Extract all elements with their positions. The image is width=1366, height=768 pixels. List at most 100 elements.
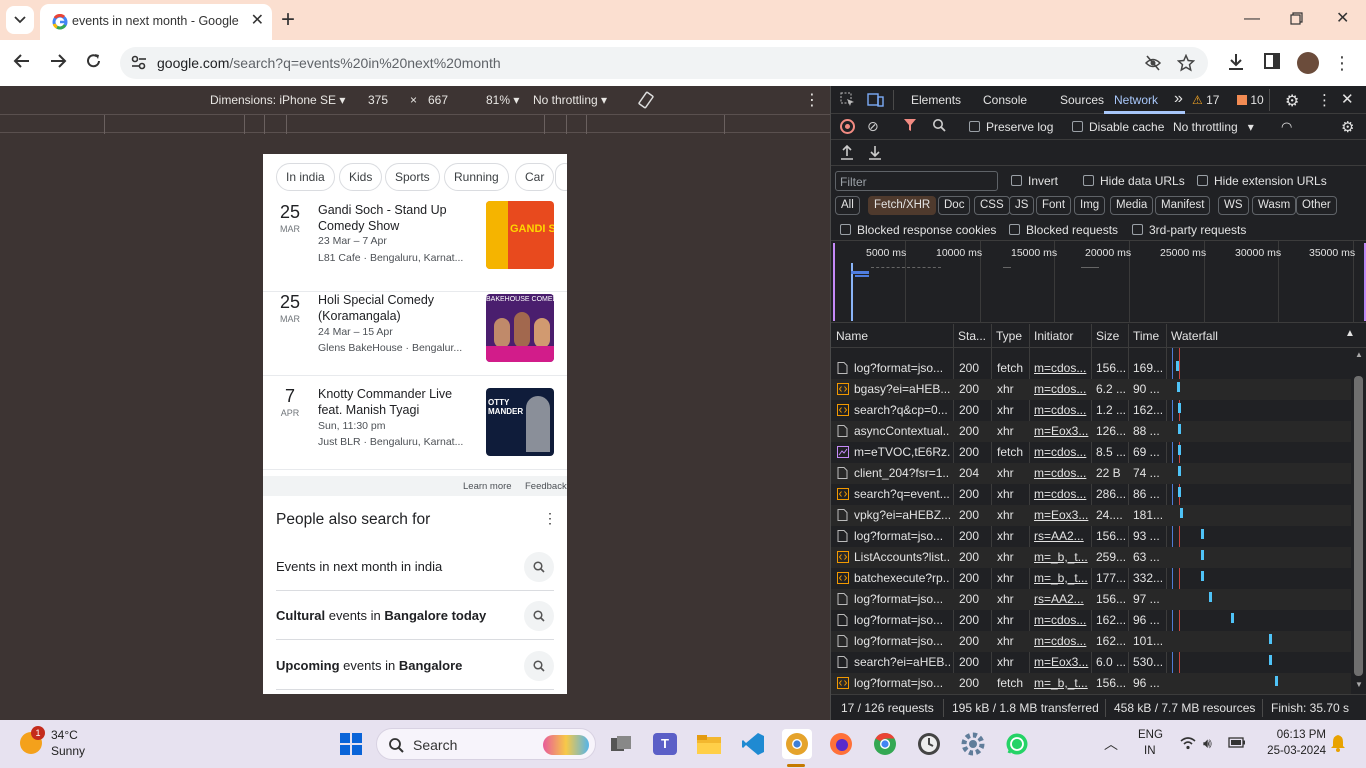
filter-css[interactable]: CSS (974, 196, 1010, 215)
request-row[interactable]: log?format=jso... 200 xhr rs=AA2... 156... 97… (831, 589, 1351, 610)
request-initiator[interactable]: m=_b,_t... (1034, 550, 1089, 564)
blocked-response-cookies-checkbox[interactable]: Blocked response cookies (840, 223, 996, 237)
request-initiator[interactable]: rs=AA2... (1034, 529, 1089, 543)
weather-temp[interactable]: 34°C (51, 728, 78, 742)
scrollbar-thumb[interactable] (1354, 376, 1363, 676)
tab-network[interactable]: Network (1114, 93, 1158, 107)
disable-cache-checkbox[interactable]: Disable cache (1072, 120, 1164, 134)
filter-img[interactable]: Img (1074, 196, 1106, 215)
network-settings-icon[interactable]: ⚙ (1341, 118, 1354, 136)
bookmark-star-icon[interactable] (1177, 54, 1195, 72)
request-initiator[interactable]: m=cdos... (1034, 634, 1089, 648)
preserve-log-checkbox[interactable]: Preserve log (969, 120, 1053, 134)
pasf-item[interactable]: Events in next month in india (276, 543, 554, 591)
request-row[interactable]: client_204?fsr=1... 204 xhr m=cdos... 22 B 74… (831, 463, 1351, 484)
notification-bell-icon[interactable] (1330, 734, 1346, 755)
request-row[interactable]: search?q=event... 200 xhr m=cdos... 286... 86… (831, 484, 1351, 505)
rotate-icon[interactable] (637, 91, 655, 112)
request-row[interactable]: asyncContextual... 200 xhr m=Eox3... 126... 8… (831, 421, 1351, 442)
request-initiator[interactable]: rs=AA2... (1034, 592, 1089, 606)
event-card[interactable]: 7 APR Knotty Commander Live feat. Manish… (263, 376, 567, 470)
invert-checkbox[interactable]: Invert (1011, 174, 1058, 188)
vscode-icon[interactable] (738, 729, 768, 759)
network-overview[interactable]: 5000 ms 10000 ms 15000 ms 20000 ms 25000… (831, 241, 1366, 323)
col-size[interactable]: Size (1096, 329, 1119, 343)
settings-gear-icon[interactable] (958, 729, 988, 759)
back-button[interactable] (13, 52, 31, 75)
chip-more[interactable] (555, 163, 567, 191)
search-icon[interactable] (932, 118, 946, 135)
browser-menu-button[interactable]: ⋮ (1333, 52, 1351, 74)
pasf-more-icon[interactable]: ⋮ (543, 510, 557, 527)
import-har-icon[interactable] (840, 144, 854, 163)
battery-icon[interactable] (1228, 737, 1246, 751)
export-har-icon[interactable] (868, 144, 882, 163)
wifi-icon[interactable] (1180, 736, 1196, 753)
device-toggle-icon[interactable] (867, 92, 884, 110)
filter-input[interactable]: Filter (835, 171, 998, 191)
filter-manifest[interactable]: Manifest (1155, 196, 1211, 215)
downloads-button[interactable] (1226, 52, 1246, 77)
hide-extension-urls-checkbox[interactable]: Hide extension URLs (1197, 174, 1327, 188)
col-name[interactable]: Name (836, 329, 868, 343)
filter-wasm[interactable]: Wasm (1252, 196, 1297, 215)
issues-badge[interactable]: 10 (1237, 93, 1264, 107)
close-window-button[interactable]: ✕ (1336, 10, 1349, 28)
language-code[interactable]: ENG (1138, 729, 1163, 741)
pasf-item[interactable]: Cultural events in Bangalore today (276, 592, 554, 640)
url-text[interactable]: google.com/search?q=events%20in%20next%2… (157, 55, 501, 71)
event-card[interactable]: 25 MAR Holi Special Comedy (Koramangala)… (263, 282, 567, 376)
whatsapp-icon[interactable] (1002, 729, 1032, 759)
chip-running[interactable]: Running (444, 163, 509, 191)
device-width-input[interactable]: 375 (368, 93, 388, 107)
record-icon[interactable] (840, 119, 855, 134)
request-initiator[interactable]: m=_b,_t... (1034, 571, 1089, 585)
col-initiator[interactable]: Initiator (1034, 329, 1073, 343)
maximize-button[interactable] (1290, 12, 1303, 30)
request-row[interactable]: log?format=jso... 200 xhr m=cdos... 162... 10… (831, 631, 1351, 652)
chip-car[interactable]: Car (515, 163, 555, 191)
request-row[interactable]: batchexecute?rp... 200 xhr m=_b,_t... 177...… (831, 568, 1351, 589)
profile-avatar[interactable] (1297, 52, 1319, 74)
request-row[interactable]: log?format=jso... 200 fetch m=cdos... 156...… (831, 358, 1351, 379)
request-initiator[interactable]: m=cdos... (1034, 361, 1089, 375)
request-row[interactable]: m=eTVOC,tE6Rz... 200 fetch m=cdos... 8.5 ...… (831, 442, 1351, 463)
zoom-select[interactable]: 81% ▾ (486, 93, 519, 107)
filter-font[interactable]: Font (1036, 196, 1072, 215)
browser-tab[interactable]: events in next month - Google Search ✕ (40, 4, 272, 40)
close-tab-icon[interactable]: ✕ (251, 13, 264, 29)
third-party-requests-checkbox[interactable]: 3rd-party requests (1132, 223, 1246, 237)
request-row[interactable]: search?ei=aHEB... 200 xhr m=Eox3... 6.0 ... 5… (831, 652, 1351, 673)
request-initiator[interactable]: m=Eox3... (1034, 424, 1089, 438)
minimize-button[interactable]: — (1244, 10, 1260, 28)
address-bar[interactable]: google.com/search?q=events%20in%20next%2… (120, 47, 1208, 79)
blocked-requests-checkbox[interactable]: Blocked requests (1009, 223, 1118, 237)
clock-date[interactable]: 25-03-2024 (1256, 745, 1326, 757)
request-initiator[interactable]: m=_b,_t... (1034, 676, 1089, 690)
throttling-select[interactable]: No throttling ▾ (533, 93, 607, 107)
clock-time[interactable]: 06:13 PM (1260, 729, 1326, 741)
col-waterfall[interactable]: Waterfall (1171, 329, 1218, 343)
device-dimensions-select[interactable]: Dimensions: iPhone SE ▾ (210, 93, 345, 107)
tab-search-button[interactable] (6, 6, 34, 34)
learn-more-link[interactable]: Learn more (463, 481, 512, 492)
filter-other[interactable]: Other (1296, 196, 1337, 215)
warnings-badge[interactable]: ⚠ 17 (1192, 93, 1219, 107)
weather-desc[interactable]: Sunny (51, 744, 85, 758)
request-row[interactable]: log?format=jso... 200 fetch m=_b,_t... 156..… (831, 673, 1351, 694)
site-info-icon[interactable] (130, 54, 148, 72)
request-initiator[interactable]: m=cdos... (1034, 445, 1089, 459)
event-card[interactable]: 25 MAR Gandi Soch - Stand Up Comedy Show… (263, 198, 567, 292)
hide-data-urls-checkbox[interactable]: Hide data URLs (1083, 174, 1185, 188)
request-row[interactable]: ListAccounts?list... 200 xhr m=_b,_t... 259.… (831, 547, 1351, 568)
chrome-icon[interactable] (870, 729, 900, 759)
pasf-item[interactable]: Upcoming events in Bangalore (276, 642, 554, 690)
devtools-menu-icon[interactable]: ⋮ (1317, 91, 1332, 109)
request-initiator[interactable]: m=Eox3... (1034, 508, 1089, 522)
eye-off-icon[interactable] (1144, 54, 1162, 72)
tab-sources[interactable]: Sources (1060, 93, 1104, 107)
settings-gear-icon[interactable]: ⚙ (1285, 91, 1299, 111)
firefox-icon[interactable] (826, 729, 856, 759)
app-clock-icon[interactable] (914, 729, 944, 759)
language-region[interactable]: IN (1144, 745, 1156, 757)
